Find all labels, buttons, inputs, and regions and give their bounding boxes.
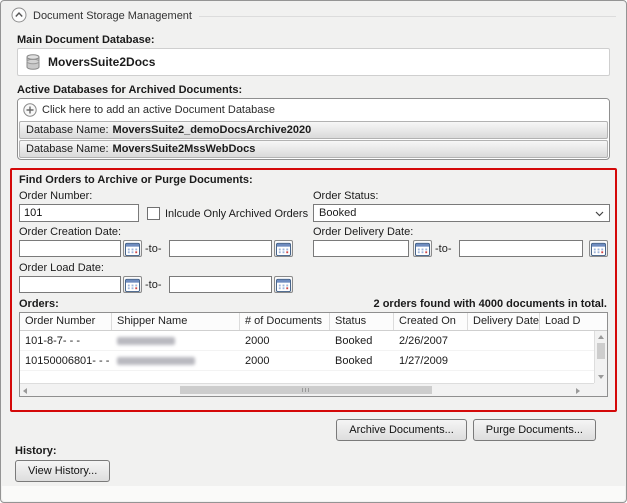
table-row[interactable]: 10150006801- - - 2000 Booked 1/27/2009	[20, 351, 607, 371]
cell-documents: 2000	[240, 331, 330, 350]
cell-created-on: 2/26/2007	[394, 331, 468, 350]
cell-order-number: 101-8-7- - -	[20, 331, 112, 350]
database-icon	[26, 54, 40, 70]
cell-shipper-name	[112, 331, 240, 350]
add-database-row[interactable]: Click here to add an active Document Dat…	[18, 99, 609, 120]
load-from-date-picker-button[interactable]	[123, 276, 142, 293]
document-storage-management-panel: Document Storage Management Main Documen…	[0, 0, 627, 503]
archived-dbs-label: Active Databases for Archived Documents:	[17, 84, 242, 96]
order-status-value: Booked	[319, 207, 356, 219]
main-db-name: MoversSuite2Docs	[48, 55, 155, 69]
vertical-scroll-thumb[interactable]	[597, 343, 605, 359]
creation-date-from-input[interactable]	[19, 240, 121, 257]
column-header-shipper-name[interactable]: Shipper Name	[112, 313, 240, 330]
order-number-input[interactable]	[19, 204, 139, 222]
table-row[interactable]: 101-8-7- - - 2000 Booked 2/26/2007	[20, 331, 607, 351]
include-archived-checkbox[interactable]	[147, 207, 160, 220]
vertical-scrollbar[interactable]	[594, 331, 607, 383]
horizontal-scroll-thumb[interactable]	[180, 386, 432, 394]
order-status-label: Order Status:	[313, 190, 378, 202]
collapse-button[interactable]	[10, 7, 28, 25]
cell-status: Booked	[330, 331, 394, 350]
calendar-icon	[591, 242, 606, 256]
archived-dbs-list: Click here to add an active Document Dat…	[17, 98, 610, 160]
cell-delivery-date	[468, 351, 540, 370]
add-plus-icon	[23, 103, 37, 117]
main-db-label: Main Document Database:	[17, 34, 155, 46]
redacted-shipper-name	[117, 337, 175, 345]
column-header-documents[interactable]: # of Documents	[240, 313, 330, 330]
footer-area	[2, 486, 625, 501]
creation-date-label: Order Creation Date:	[19, 226, 121, 238]
delivery-date-from-input[interactable]	[313, 240, 409, 257]
find-section-label: Find Orders to Archive or Purge Document…	[19, 174, 253, 186]
load-date-to-input[interactable]	[169, 276, 272, 293]
history-label: History:	[15, 445, 57, 457]
delivery-date-label: Order Delivery Date:	[313, 226, 413, 238]
db-row-name: MoversSuite2_demoDocsArchive2020	[113, 124, 312, 136]
column-header-status[interactable]: Status	[330, 313, 394, 330]
cell-status: Booked	[330, 351, 394, 370]
load-to-date-picker-button[interactable]	[274, 276, 293, 293]
calendar-icon	[276, 242, 291, 256]
archived-db-row[interactable]: Database Name: MoversSuite2MssWebDocs	[19, 140, 608, 158]
load-date-from-input[interactable]	[19, 276, 121, 293]
calendar-icon	[125, 242, 140, 256]
redacted-shipper-name	[117, 357, 195, 365]
column-header-load-date[interactable]: Load D	[540, 313, 594, 330]
creation-date-to-input[interactable]	[169, 240, 272, 257]
cell-shipper-name	[112, 351, 240, 370]
column-header-order-number[interactable]: Order Number	[20, 313, 112, 330]
header-divider	[199, 16, 616, 17]
include-archived-label: Inlcude Only Archived Orders	[165, 208, 308, 220]
scroll-left-arrow-icon	[23, 388, 27, 394]
orders-table: Order Number Shipper Name # of Documents…	[19, 312, 608, 397]
scroll-right-arrow-icon	[576, 388, 580, 394]
order-number-label: Order Number:	[19, 190, 92, 202]
orders-summary: 2 orders found with 4000 documents in to…	[374, 298, 607, 310]
scroll-up-arrow-icon	[598, 335, 604, 339]
find-orders-section: Find Orders to Archive or Purge Document…	[10, 168, 617, 412]
cell-load-date	[540, 331, 594, 350]
main-db-box: MoversSuite2Docs	[17, 48, 610, 76]
orders-label: Orders:	[19, 298, 59, 310]
db-row-name: MoversSuite2MssWebDocs	[113, 143, 256, 155]
orders-table-header: Order Number Shipper Name # of Documents…	[20, 313, 607, 331]
add-database-label: Click here to add an active Document Dat…	[42, 104, 275, 116]
cell-delivery-date	[468, 331, 540, 350]
calendar-icon	[415, 242, 430, 256]
delivery-date-to-input[interactable]	[459, 240, 583, 257]
db-row-prefix: Database Name:	[26, 143, 109, 155]
cell-documents: 2000	[240, 351, 330, 370]
scrollbar-corner	[594, 383, 607, 396]
load-date-label: Order Load Date:	[19, 262, 104, 274]
cell-load-date	[540, 351, 594, 370]
calendar-icon	[276, 278, 291, 292]
view-history-button[interactable]: View History...	[15, 460, 110, 482]
db-row-prefix: Database Name:	[26, 124, 109, 136]
panel-title: Document Storage Management	[33, 10, 192, 22]
range-separator: -to-	[145, 279, 162, 291]
purge-documents-button[interactable]: Purge Documents...	[473, 419, 596, 441]
range-separator: -to-	[435, 243, 452, 255]
column-header-created-on[interactable]: Created On	[394, 313, 468, 330]
delivery-from-date-picker-button[interactable]	[413, 240, 432, 257]
horizontal-scrollbar[interactable]	[20, 383, 596, 396]
creation-from-date-picker-button[interactable]	[123, 240, 142, 257]
creation-to-date-picker-button[interactable]	[274, 240, 293, 257]
delivery-to-date-picker-button[interactable]	[589, 240, 608, 257]
cell-created-on: 1/27/2009	[394, 351, 468, 370]
scroll-down-arrow-icon	[598, 375, 604, 379]
archived-db-row[interactable]: Database Name: MoversSuite2_demoDocsArch…	[19, 121, 608, 139]
chevron-up-icon	[11, 7, 27, 23]
action-buttons: Archive Documents... Purge Documents...	[336, 419, 596, 441]
order-status-select[interactable]: Booked	[313, 204, 610, 222]
range-separator: -to-	[145, 243, 162, 255]
archive-documents-button[interactable]: Archive Documents...	[336, 419, 467, 441]
column-header-delivery-date[interactable]: Delivery Date	[468, 313, 540, 330]
calendar-icon	[125, 278, 140, 292]
chevron-down-icon	[595, 211, 604, 217]
cell-order-number: 10150006801- - -	[20, 351, 112, 370]
